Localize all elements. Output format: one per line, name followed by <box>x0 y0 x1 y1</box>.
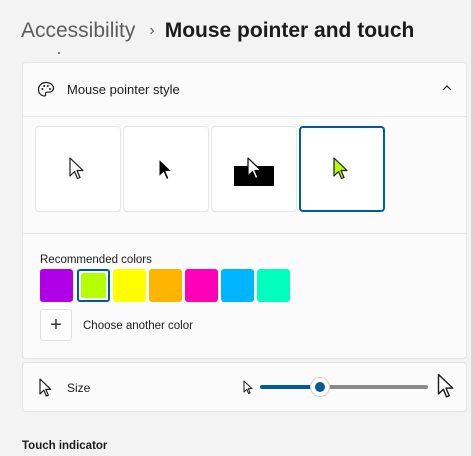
divider-dot <box>58 52 60 54</box>
color-swatch-pink[interactable] <box>185 269 218 302</box>
color-swatch-teal[interactable] <box>257 269 290 302</box>
white-pointer-icon <box>69 157 84 180</box>
color-swatch-purple[interactable] <box>40 269 73 302</box>
custom-pointer-icon <box>333 157 348 180</box>
mouse-pointer-style-card: Mouse pointer style Recommended colors +… <box>22 62 467 359</box>
size-slider-thumb[interactable] <box>310 377 330 397</box>
pointer-style-inverted-tile[interactable] <box>211 126 297 212</box>
mouse-pointer-style-label: Mouse pointer style <box>67 82 180 97</box>
breadcrumb-parent-link[interactable]: Accessibility <box>21 16 135 46</box>
color-swatch-blue[interactable] <box>221 269 254 302</box>
choose-another-color-label[interactable]: Choose another color <box>83 318 193 334</box>
page-title: Mouse pointer and touch <box>164 19 415 42</box>
size-label: Size <box>67 381 91 395</box>
pointer-size-icon <box>39 378 52 397</box>
plus-icon: + <box>50 314 62 336</box>
color-swatch-orange[interactable] <box>149 269 182 302</box>
color-swatch-lime[interactable] <box>77 269 110 302</box>
chevron-up-icon[interactable] <box>440 81 454 95</box>
color-swatch-yellow[interactable] <box>113 269 146 302</box>
black-pointer-icon <box>158 158 173 180</box>
breadcrumb-separator-icon: › <box>149 22 155 39</box>
pointer-style-custom-tile[interactable] <box>299 126 385 212</box>
pointer-style-white-tile[interactable] <box>35 126 121 212</box>
card-divider <box>23 233 466 234</box>
add-color-button[interactable]: + <box>40 309 72 341</box>
small-pointer-icon <box>243 380 253 394</box>
color-swatch-lime-fill <box>81 273 106 298</box>
inverted-pointer-icon <box>234 157 274 186</box>
breadcrumb: Accessibility › Mouse pointer and touch <box>21 16 414 46</box>
pointer-style-black-tile[interactable] <box>123 126 209 212</box>
recommended-colors-label: Recommended colors <box>40 254 152 266</box>
size-card: Size <box>22 362 467 412</box>
large-pointer-icon <box>437 373 454 398</box>
mouse-pointer-style-header[interactable]: Mouse pointer style <box>23 63 466 117</box>
touch-indicator-heading: Touch indicator <box>22 440 108 452</box>
palette-icon <box>37 81 55 97</box>
size-slider-track[interactable] <box>260 385 428 389</box>
